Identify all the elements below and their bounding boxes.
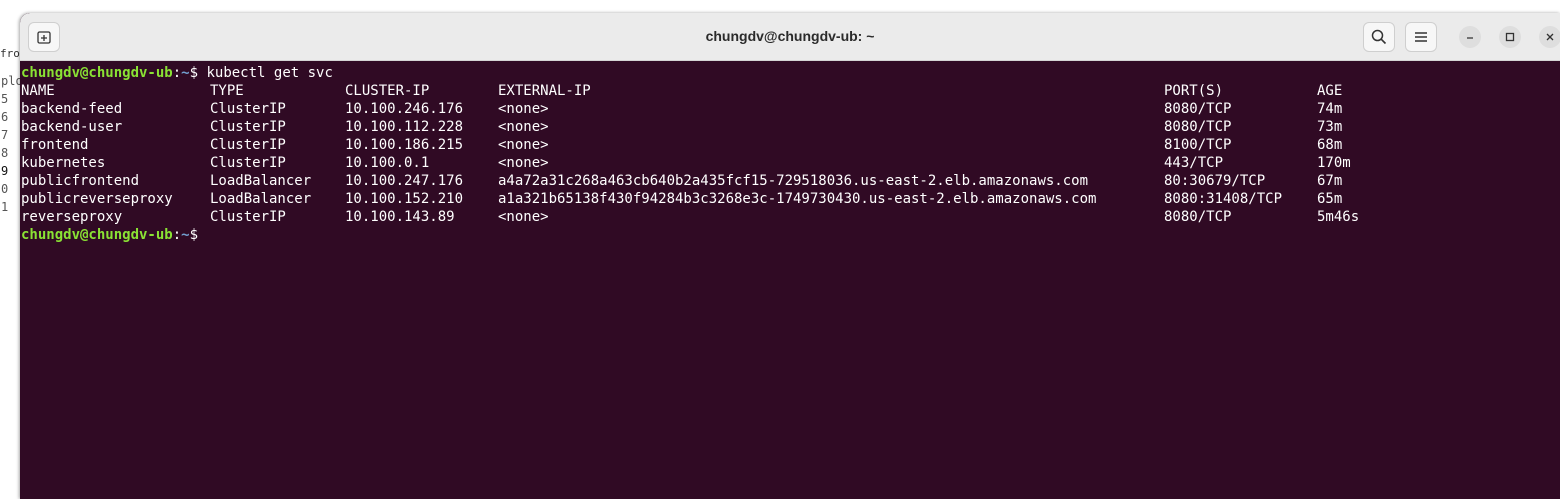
cell-age: 68m	[1317, 137, 1343, 153]
cell-age: 67m	[1317, 173, 1343, 189]
cell-type: ClusterIP	[210, 155, 286, 171]
minimize-icon	[1467, 37, 1473, 39]
cell-ports: 8100/TCP	[1164, 137, 1232, 153]
maximize-icon	[1505, 32, 1515, 42]
maximize-button[interactable]	[1499, 26, 1521, 48]
gutter-line-number: 5	[1, 92, 9, 106]
header-age: AGE	[1317, 83, 1343, 99]
background-editor-gutter: fron ploy 5 6 7 8 9 0 1	[0, 40, 21, 265]
header-name: NAME	[21, 83, 55, 99]
cell-external-ip: a4a72a31c268a463cb640b2a435fcf15-7295180…	[498, 173, 1089, 189]
cell-age: 170m	[1317, 155, 1351, 171]
gutter-line-number: 7	[1, 128, 9, 142]
cell-cluster-ip: 10.100.247.176	[345, 173, 464, 189]
cell-age: 65m	[1317, 191, 1343, 207]
cell-age: 73m	[1317, 119, 1343, 135]
new-tab-icon	[37, 31, 51, 44]
terminal-output[interactable]: chungdv@chungdv-ub:~$ kubectl get svc NA…	[21, 61, 1560, 499]
cell-cluster-ip: 10.100.143.89	[345, 209, 455, 225]
cell-ports: 8080:31408/TCP	[1164, 191, 1283, 207]
gutter-line-number: 6	[1, 110, 9, 124]
cell-external-ip: <none>	[498, 155, 549, 171]
table-row: backend-feed ClusterIP 10.100.246.176 <n…	[21, 100, 1560, 118]
cell-ports: 443/TCP	[1164, 155, 1224, 171]
table-row: publicreverseproxy LoadBalancer 10.100.1…	[21, 190, 1560, 208]
cell-name: kubernetes	[21, 155, 106, 171]
close-button[interactable]	[1539, 26, 1560, 48]
table-row: backend-user ClusterIP 10.100.112.228 <n…	[21, 118, 1560, 136]
cell-age: 5m46s	[1317, 209, 1360, 225]
background-tab: fron	[0, 47, 20, 60]
prompt-symbol: $	[189, 227, 199, 243]
search-button[interactable]	[1363, 22, 1395, 52]
prompt-path: ~	[181, 65, 190, 81]
prompt-separator: :	[172, 227, 182, 243]
prompt-user-host: chungdv@chungdv-ub	[21, 227, 173, 243]
new-tab-button[interactable]	[28, 22, 60, 52]
cell-name: publicreverseproxy	[21, 191, 173, 207]
header-cluster-ip: CLUSTER-IP	[345, 83, 430, 99]
menu-button[interactable]	[1405, 22, 1437, 52]
minimize-button[interactable]	[1459, 26, 1481, 48]
terminal-window[interactable]: chungdv@chungdv-ub: ~ chungdv@chungdv-ub…	[20, 13, 1560, 499]
cell-type: ClusterIP	[210, 137, 286, 153]
title-bar[interactable]: chungdv@chungdv-ub: ~	[20, 13, 1560, 61]
table-row: kubernetes ClusterIP 10.100.0.1 <none> 4…	[21, 154, 1560, 172]
gutter-line-number: 8	[1, 146, 9, 160]
cell-name: publicfrontend	[21, 173, 140, 189]
cell-age: 74m	[1317, 101, 1343, 117]
header-external-ip: EXTERNAL-IP	[498, 83, 591, 99]
gutter-line-number: 0	[1, 182, 9, 196]
cell-name: backend-feed	[21, 101, 123, 117]
cell-type: ClusterIP	[210, 101, 286, 117]
cell-external-ip: <none>	[498, 119, 549, 135]
cell-cluster-ip: 10.100.186.215	[345, 137, 464, 153]
header-ports: PORT(S)	[1164, 83, 1224, 99]
cell-name: reverseproxy	[21, 209, 123, 225]
hamburger-menu-icon	[1415, 32, 1427, 42]
cell-cluster-ip: 10.100.0.1	[345, 155, 430, 171]
table-row: reverseproxy ClusterIP 10.100.143.89 <no…	[21, 208, 1560, 226]
prompt-path: ~	[181, 227, 190, 243]
gutter-line-number: 1	[1, 200, 9, 214]
window-title: chungdv@chungdv-ub: ~	[705, 28, 875, 44]
close-icon	[1546, 33, 1554, 41]
cell-ports: 80:30679/TCP	[1164, 173, 1266, 189]
cell-ports: 8080/TCP	[1164, 101, 1232, 117]
table-row: frontend ClusterIP 10.100.186.215 <none>…	[21, 136, 1560, 154]
cell-type: LoadBalancer	[210, 191, 312, 207]
prompt-symbol: $	[189, 65, 199, 81]
cell-name: frontend	[21, 137, 89, 153]
header-type: TYPE	[210, 83, 244, 99]
cell-type: ClusterIP	[210, 119, 286, 135]
command-line: chungdv@chungdv-ub:~$ kubectl get svc	[21, 64, 333, 82]
cell-external-ip: <none>	[498, 101, 549, 117]
gutter-line-number: 9	[1, 164, 9, 178]
search-icon	[1371, 29, 1387, 45]
cell-external-ip: a1a321b65138f430f94284b3c3268e3c-1749730…	[498, 191, 1097, 207]
cell-type: LoadBalancer	[210, 173, 312, 189]
prompt-line[interactable]: chungdv@chungdv-ub:~$	[21, 226, 198, 244]
cell-cluster-ip: 10.100.246.176	[345, 101, 464, 117]
cell-name: backend-user	[21, 119, 123, 135]
cell-external-ip: <none>	[498, 137, 549, 153]
table-header: NAME TYPE CLUSTER-IP EXTERNAL-IP PORT(S)…	[21, 82, 1560, 100]
cell-cluster-ip: 10.100.112.228	[345, 119, 464, 135]
table-row: publicfrontend LoadBalancer 10.100.247.1…	[21, 172, 1560, 190]
command-text: kubectl get svc	[206, 65, 333, 81]
prompt-separator: :	[172, 65, 182, 81]
gutter-label: ploy	[1, 74, 20, 88]
cell-type: ClusterIP	[210, 209, 286, 225]
cell-ports: 8080/TCP	[1164, 119, 1232, 135]
cell-external-ip: <none>	[498, 209, 549, 225]
prompt-user-host: chungdv@chungdv-ub	[21, 65, 173, 81]
cell-cluster-ip: 10.100.152.210	[345, 191, 464, 207]
cell-ports: 8080/TCP	[1164, 209, 1232, 225]
